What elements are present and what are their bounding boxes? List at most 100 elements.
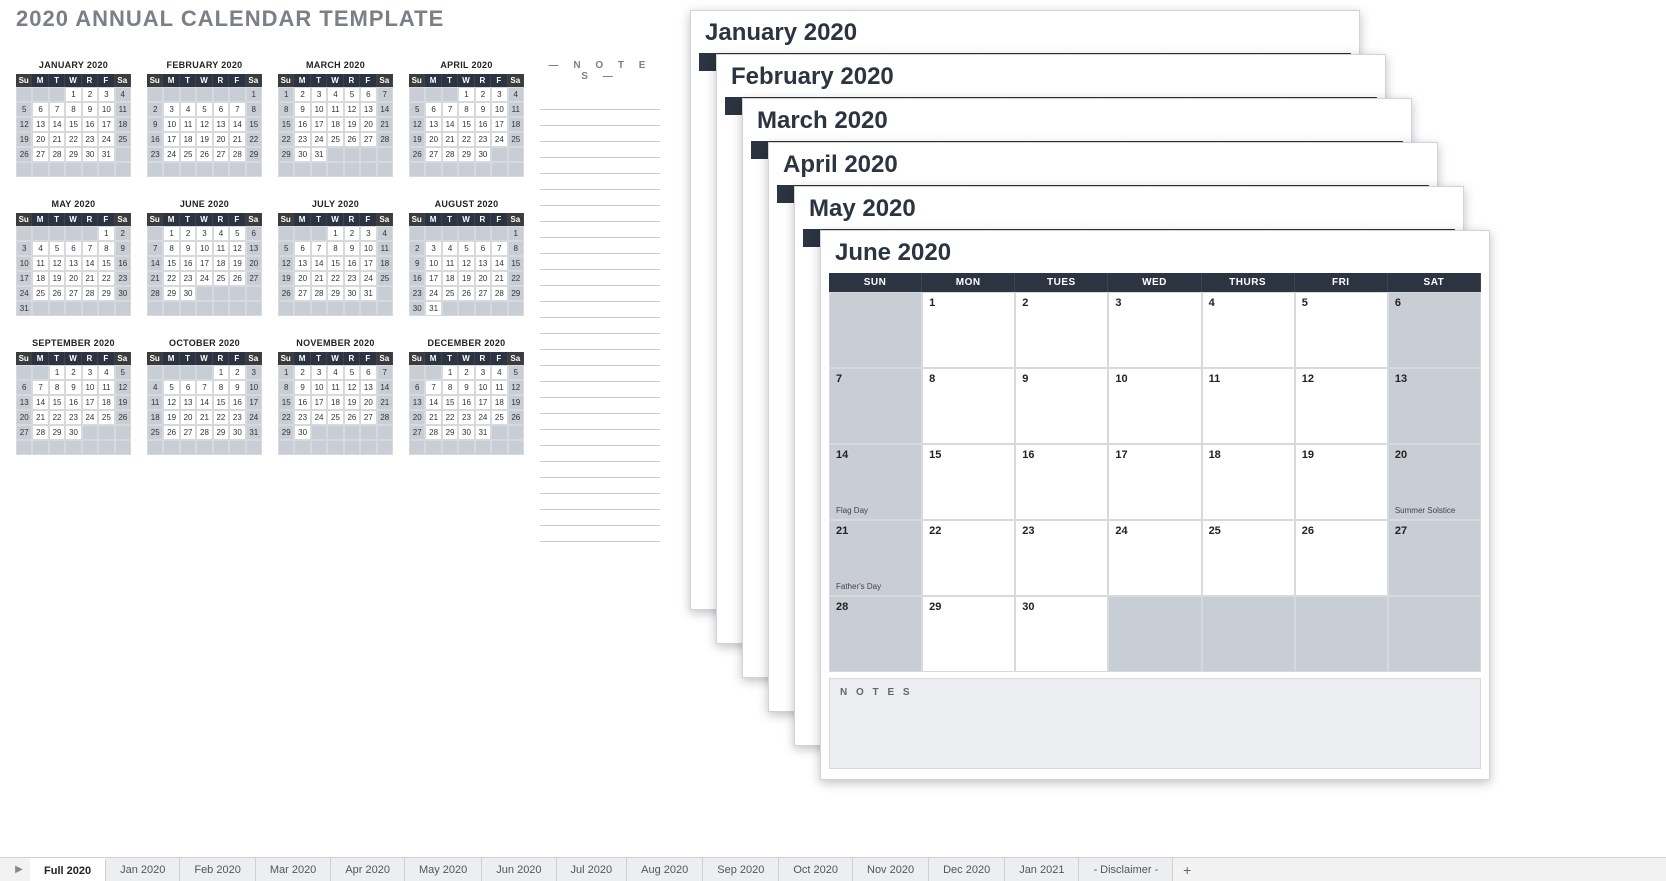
- sheet-tab[interactable]: Nov 2020: [853, 858, 929, 881]
- june-day-cell[interactable]: 3: [1108, 292, 1201, 368]
- mini-day-cell: 13: [213, 117, 229, 132]
- june-day-cell[interactable]: 17: [1108, 444, 1201, 520]
- mini-day-cell: 23: [180, 271, 196, 286]
- mini-day-cell: 5: [16, 102, 32, 117]
- note-line[interactable]: [540, 270, 660, 286]
- note-line[interactable]: [540, 382, 660, 398]
- note-line[interactable]: [540, 158, 660, 174]
- note-line[interactable]: [540, 126, 660, 142]
- sheet-title-june: June 2020: [821, 231, 1489, 273]
- note-line[interactable]: [540, 430, 660, 446]
- note-line[interactable]: [540, 526, 660, 542]
- june-day-cell[interactable]: 21Father's Day: [829, 520, 922, 596]
- june-day-number: 19: [1302, 449, 1381, 461]
- note-line[interactable]: [540, 350, 660, 366]
- june-day-cell[interactable]: [1388, 596, 1481, 672]
- june-day-cell[interactable]: 16: [1015, 444, 1108, 520]
- note-line[interactable]: [540, 94, 660, 110]
- sheet-tab[interactable]: Jan 2020: [106, 858, 180, 881]
- sheet-tab[interactable]: Jun 2020: [482, 858, 556, 881]
- june-day-cell[interactable]: 29: [922, 596, 1015, 672]
- june-day-cell[interactable]: 26: [1295, 520, 1388, 596]
- note-line[interactable]: [540, 462, 660, 478]
- june-day-cell[interactable]: 4: [1202, 292, 1295, 368]
- sheet-tab[interactable]: Apr 2020: [331, 858, 405, 881]
- sheet-tab[interactable]: Oct 2020: [779, 858, 853, 881]
- june-day-cell[interactable]: 28: [829, 596, 922, 672]
- mini-month: NOVEMBER 2020SuMTWRFSa123456789101112131…: [278, 338, 393, 455]
- june-day-cell[interactable]: 8: [922, 368, 1015, 444]
- note-line[interactable]: [540, 142, 660, 158]
- june-day-cell[interactable]: 20Summer Solstice: [1388, 444, 1481, 520]
- tab-prev-icon[interactable]: ▶: [8, 858, 30, 881]
- sheet-tab[interactable]: Jul 2020: [557, 858, 628, 881]
- june-day-cell[interactable]: [829, 292, 922, 368]
- sheet-tab[interactable]: May 2020: [405, 858, 482, 881]
- june-day-cell[interactable]: 15: [922, 444, 1015, 520]
- note-line[interactable]: [540, 318, 660, 334]
- june-day-cell[interactable]: 14Flag Day: [829, 444, 922, 520]
- june-day-cell[interactable]: 11: [1202, 368, 1295, 444]
- mini-month-title: MAY 2020: [16, 199, 131, 209]
- mini-month: JANUARY 2020SuMTWRFSa1234567891011121314…: [16, 60, 131, 177]
- add-sheet-button[interactable]: +: [1173, 858, 1201, 881]
- mini-day-cell: 21: [311, 271, 327, 286]
- june-day-cell[interactable]: 22: [922, 520, 1015, 596]
- sheet-tab[interactable]: - Disclaimer -: [1079, 858, 1173, 881]
- mini-day-cell: [475, 162, 491, 177]
- note-line[interactable]: [540, 398, 660, 414]
- sheet-tab[interactable]: Full 2020: [30, 858, 106, 881]
- mini-month-title: FEBRUARY 2020: [147, 60, 262, 70]
- mini-day-cell: 4: [147, 380, 163, 395]
- mini-day-cell: 1: [442, 365, 458, 380]
- june-day-cell[interactable]: 5: [1295, 292, 1388, 368]
- june-day-cell[interactable]: [1108, 596, 1201, 672]
- june-day-cell[interactable]: 10: [1108, 368, 1201, 444]
- june-day-cell[interactable]: 12: [1295, 368, 1388, 444]
- sheet-tab[interactable]: Sep 2020: [703, 858, 779, 881]
- june-day-cell[interactable]: 24: [1108, 520, 1201, 596]
- note-line[interactable]: [540, 190, 660, 206]
- june-day-number: 20: [1395, 449, 1474, 461]
- mini-day-abbrev: Sa: [115, 213, 131, 226]
- mini-month: APRIL 2020SuMTWRFSa123456789101112131415…: [409, 60, 524, 177]
- june-day-cell[interactable]: 13: [1388, 368, 1481, 444]
- mini-day-cell: 7: [442, 102, 458, 117]
- june-notes[interactable]: N O T E S: [829, 678, 1481, 769]
- june-day-cell[interactable]: 30: [1015, 596, 1108, 672]
- sheet-tab[interactable]: Aug 2020: [627, 858, 703, 881]
- june-day-cell[interactable]: 1: [922, 292, 1015, 368]
- note-line[interactable]: [540, 446, 660, 462]
- june-day-cell[interactable]: 19: [1295, 444, 1388, 520]
- june-day-cell[interactable]: 2: [1015, 292, 1108, 368]
- mini-day-cell: [213, 87, 229, 102]
- sheet-tab[interactable]: Mar 2020: [256, 858, 331, 881]
- note-line[interactable]: [540, 174, 660, 190]
- june-day-cell[interactable]: [1202, 596, 1295, 672]
- note-line[interactable]: [540, 366, 660, 382]
- june-day-cell[interactable]: 18: [1202, 444, 1295, 520]
- june-day-cell[interactable]: [1295, 596, 1388, 672]
- note-line[interactable]: [540, 254, 660, 270]
- sheet-tab[interactable]: Feb 2020: [180, 858, 255, 881]
- note-line[interactable]: [540, 238, 660, 254]
- note-line[interactable]: [540, 110, 660, 126]
- note-line[interactable]: [540, 478, 660, 494]
- note-line[interactable]: [540, 206, 660, 222]
- june-day-cell[interactable]: 27: [1388, 520, 1481, 596]
- sheet-tab[interactable]: Dec 2020: [929, 858, 1005, 881]
- june-day-cell[interactable]: 7: [829, 368, 922, 444]
- note-line[interactable]: [540, 414, 660, 430]
- note-line[interactable]: [540, 494, 660, 510]
- june-day-cell[interactable]: 23: [1015, 520, 1108, 596]
- note-line[interactable]: [540, 334, 660, 350]
- mini-day-cell: 22: [65, 132, 81, 147]
- june-day-cell[interactable]: 9: [1015, 368, 1108, 444]
- note-line[interactable]: [540, 302, 660, 318]
- june-day-cell[interactable]: 25: [1202, 520, 1295, 596]
- june-day-cell[interactable]: 6: [1388, 292, 1481, 368]
- note-line[interactable]: [540, 222, 660, 238]
- sheet-tab[interactable]: Jan 2021: [1005, 858, 1079, 881]
- note-line[interactable]: [540, 510, 660, 526]
- note-line[interactable]: [540, 286, 660, 302]
